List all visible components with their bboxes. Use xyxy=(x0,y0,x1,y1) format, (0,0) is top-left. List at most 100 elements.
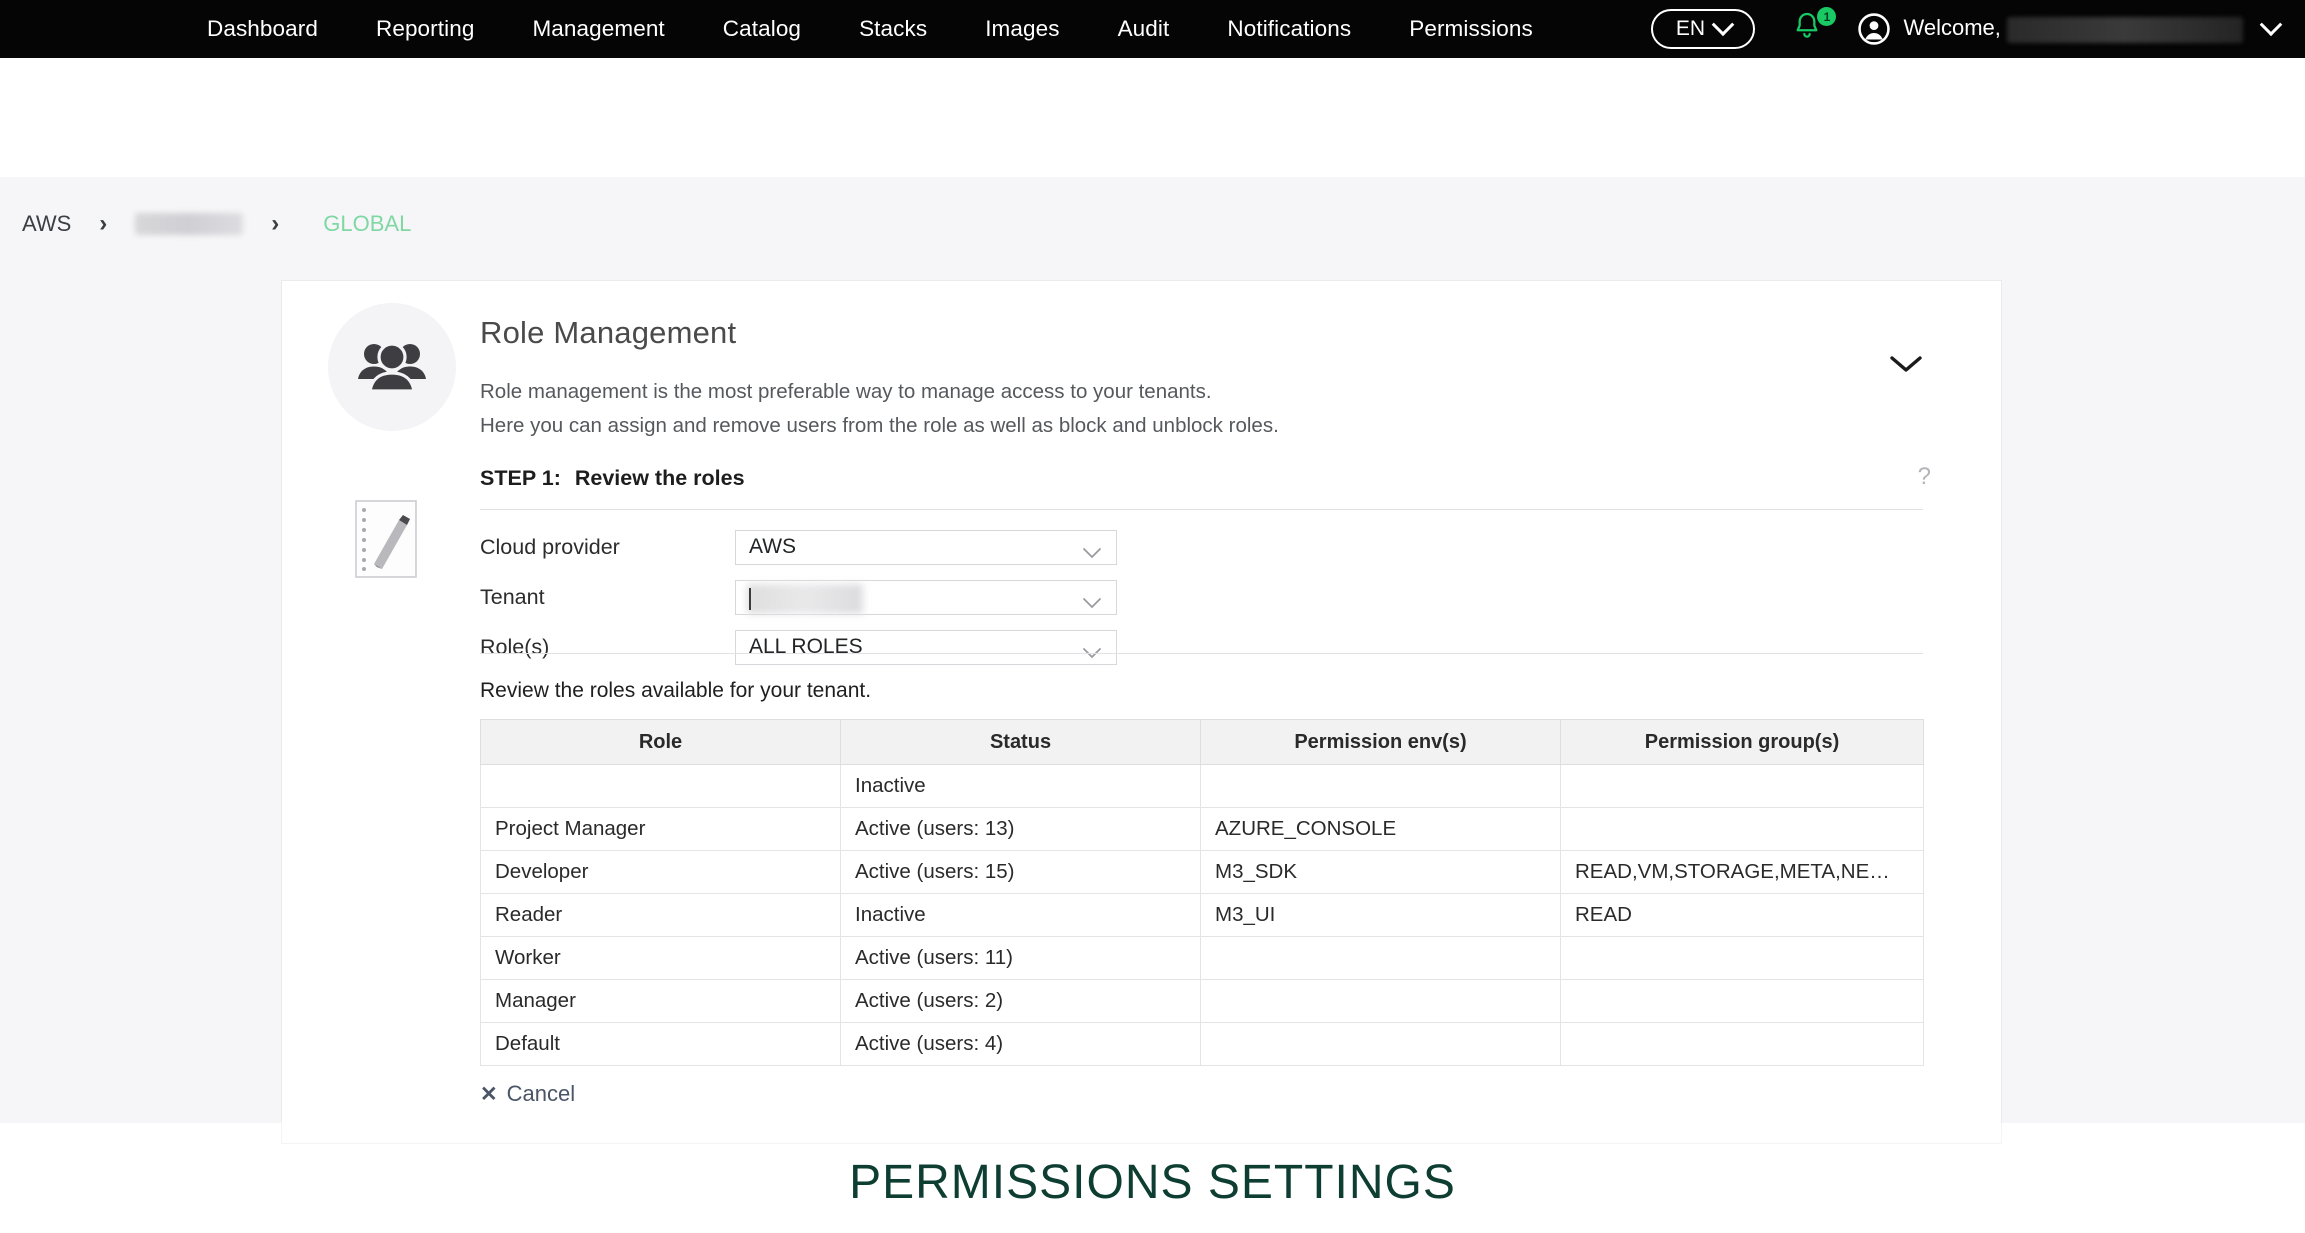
table-row[interactable]: Developer Active (users: 15) M3_SDK READ… xyxy=(480,850,1924,894)
cell-group xyxy=(1560,1022,1924,1066)
cell-role: Reader xyxy=(480,893,841,937)
roles-table: Role Status Permission env(s) Permission… xyxy=(480,719,1924,1066)
table-row[interactable]: Worker Active (users: 11) xyxy=(480,936,1924,980)
table-row[interactable]: Project Manager Active (users: 13) AZURE… xyxy=(480,807,1924,851)
chevron-down-icon xyxy=(2259,13,2283,37)
cloud-provider-select[interactable]: AWS xyxy=(735,529,1117,565)
cell-group xyxy=(1560,807,1924,851)
table-row[interactable]: Manager Active (users: 2) xyxy=(480,979,1924,1023)
breadcrumb-item-global[interactable]: GLOBAL xyxy=(301,211,417,237)
step-title: Review the roles xyxy=(574,466,745,490)
column-header-role[interactable]: Role xyxy=(480,719,841,765)
cell-group: READ xyxy=(1560,893,1924,937)
form-row-tenant: Tenant xyxy=(480,579,1117,615)
cell-status: Active (users: 4) xyxy=(840,1022,1201,1066)
footer-banner-title: PERMISSIONS SETTINGS xyxy=(849,1156,1456,1209)
card-description-line-1: Role management is the most preferable w… xyxy=(480,380,1212,403)
roles-value: ALL ROLES xyxy=(749,635,863,658)
divider-top xyxy=(480,509,1923,510)
nav-item-stacks[interactable]: Stacks xyxy=(830,0,956,58)
nav-item-reporting[interactable]: Reporting xyxy=(347,0,503,58)
cell-env: AZURE_CONSOLE xyxy=(1200,807,1561,851)
breadcrumb-item-aws[interactable]: AWS xyxy=(16,211,77,237)
tenant-select[interactable] xyxy=(735,579,1117,615)
card-description-line-2: Here you can assign and remove users fro… xyxy=(480,414,1279,437)
nav-item-audit[interactable]: Audit xyxy=(1089,0,1199,58)
nav-item-management[interactable]: Management xyxy=(503,0,693,58)
user-avatar-icon[interactable] xyxy=(1857,12,1891,46)
tenant-label: Tenant xyxy=(480,584,545,609)
table-header-row: Role Status Permission env(s) Permission… xyxy=(480,719,1924,765)
card-title: Role Management xyxy=(480,315,737,350)
cell-env: M3_SDK xyxy=(1200,850,1561,894)
cell-role: Manager xyxy=(480,979,841,1023)
cloud-provider-value: AWS xyxy=(749,535,797,558)
cell-group: READ,VM,STORAGE,META,NEW_R... xyxy=(1560,850,1924,894)
cloud-provider-label: Cloud provider xyxy=(480,534,620,559)
form-row-cloud-provider: Cloud provider AWS xyxy=(480,529,1117,565)
tenant-value-redacted xyxy=(747,583,863,614)
notepad-pencil-icon xyxy=(355,500,417,578)
cell-status: Active (users: 13) xyxy=(840,807,1201,851)
user-menu-button[interactable] xyxy=(2259,13,2283,37)
cell-status: Active (users: 11) xyxy=(840,936,1201,980)
roles-select[interactable]: ALL ROLES xyxy=(735,629,1117,665)
column-header-permission-envs[interactable]: Permission env(s) xyxy=(1200,719,1561,765)
column-header-permission-groups[interactable]: Permission group(s) xyxy=(1560,719,1924,765)
nav-item-dashboard[interactable]: Dashboard xyxy=(178,0,347,58)
language-selector[interactable]: EN xyxy=(1651,9,1756,49)
cell-status: Inactive xyxy=(840,893,1201,937)
table-row[interactable]: Inactive xyxy=(480,764,1924,808)
divider-bottom xyxy=(480,653,1923,654)
cell-env xyxy=(1200,1022,1561,1066)
role-management-card: Role Management Role management is the m… xyxy=(282,281,2001,1143)
cancel-button[interactable]: ✕ Cancel xyxy=(480,1081,575,1107)
table-row[interactable]: Reader Inactive M3_UI READ xyxy=(480,893,1924,937)
redacted-username xyxy=(2007,16,2243,43)
nav-right-cluster: EN 1 Welcome, xyxy=(1651,0,2305,58)
help-icon[interactable]: ? xyxy=(1918,463,1931,491)
cell-status: Active (users: 15) xyxy=(840,850,1201,894)
column-header-status[interactable]: Status xyxy=(840,719,1201,765)
cell-role: Project Manager xyxy=(480,807,841,851)
form-row-roles: Role(s) ALL ROLES xyxy=(480,629,1117,665)
welcome-text: Welcome, xyxy=(1903,15,2001,41)
cell-group xyxy=(1560,979,1924,1023)
card-description: Role management is the most preferable w… xyxy=(480,375,1279,443)
step-number: STEP 1: xyxy=(480,466,561,490)
chevron-down-icon xyxy=(1082,591,1102,615)
breadcrumb-separator-icon: › xyxy=(271,210,280,237)
breadcrumb-item-redacted[interactable] xyxy=(135,213,244,235)
breadcrumb: AWS › › GLOBAL xyxy=(16,210,417,238)
people-group-icon-container xyxy=(328,303,456,431)
notification-count-badge: 1 xyxy=(1817,7,1837,26)
chevron-down-icon xyxy=(1890,356,1922,372)
nav-item-images[interactable]: Images xyxy=(956,0,1088,58)
header-spacer xyxy=(0,58,2305,177)
notifications-bell-button[interactable]: 1 xyxy=(1791,7,1837,49)
card-collapse-button[interactable] xyxy=(1889,354,1923,379)
cancel-button-label: Cancel xyxy=(506,1081,576,1106)
nav-links: Dashboard Reporting Management Catalog S… xyxy=(178,0,1562,58)
table-row[interactable]: Default Active (users: 4) xyxy=(480,1022,1924,1066)
cell-status: Inactive xyxy=(840,764,1201,808)
cell-env xyxy=(1200,936,1561,980)
cell-role: Default xyxy=(480,1022,841,1066)
cell-group xyxy=(1560,764,1924,808)
top-navigation-bar: Dashboard Reporting Management Catalog S… xyxy=(0,0,2305,58)
people-group-icon xyxy=(358,342,426,393)
cell-env xyxy=(1200,764,1561,808)
cell-status: Active (users: 2) xyxy=(840,979,1201,1023)
nav-item-catalog[interactable]: Catalog xyxy=(694,0,830,58)
roles-label: Role(s) xyxy=(480,634,550,659)
breadcrumb-separator-icon: › xyxy=(99,210,108,237)
cell-env: M3_UI xyxy=(1200,893,1561,937)
table-caption: Review the roles available for your tena… xyxy=(480,679,872,702)
language-selector-label: EN xyxy=(1675,17,1706,40)
chevron-down-icon xyxy=(1082,541,1102,565)
filters-form: Cloud provider AWS Tenant Role(s) ALL RO… xyxy=(480,529,1117,679)
nav-item-permissions[interactable]: Permissions xyxy=(1380,0,1562,58)
nav-item-notifications[interactable]: Notifications xyxy=(1198,0,1380,58)
tenant-text-caret xyxy=(749,587,751,610)
welcome-label: Welcome, xyxy=(1903,15,2243,43)
